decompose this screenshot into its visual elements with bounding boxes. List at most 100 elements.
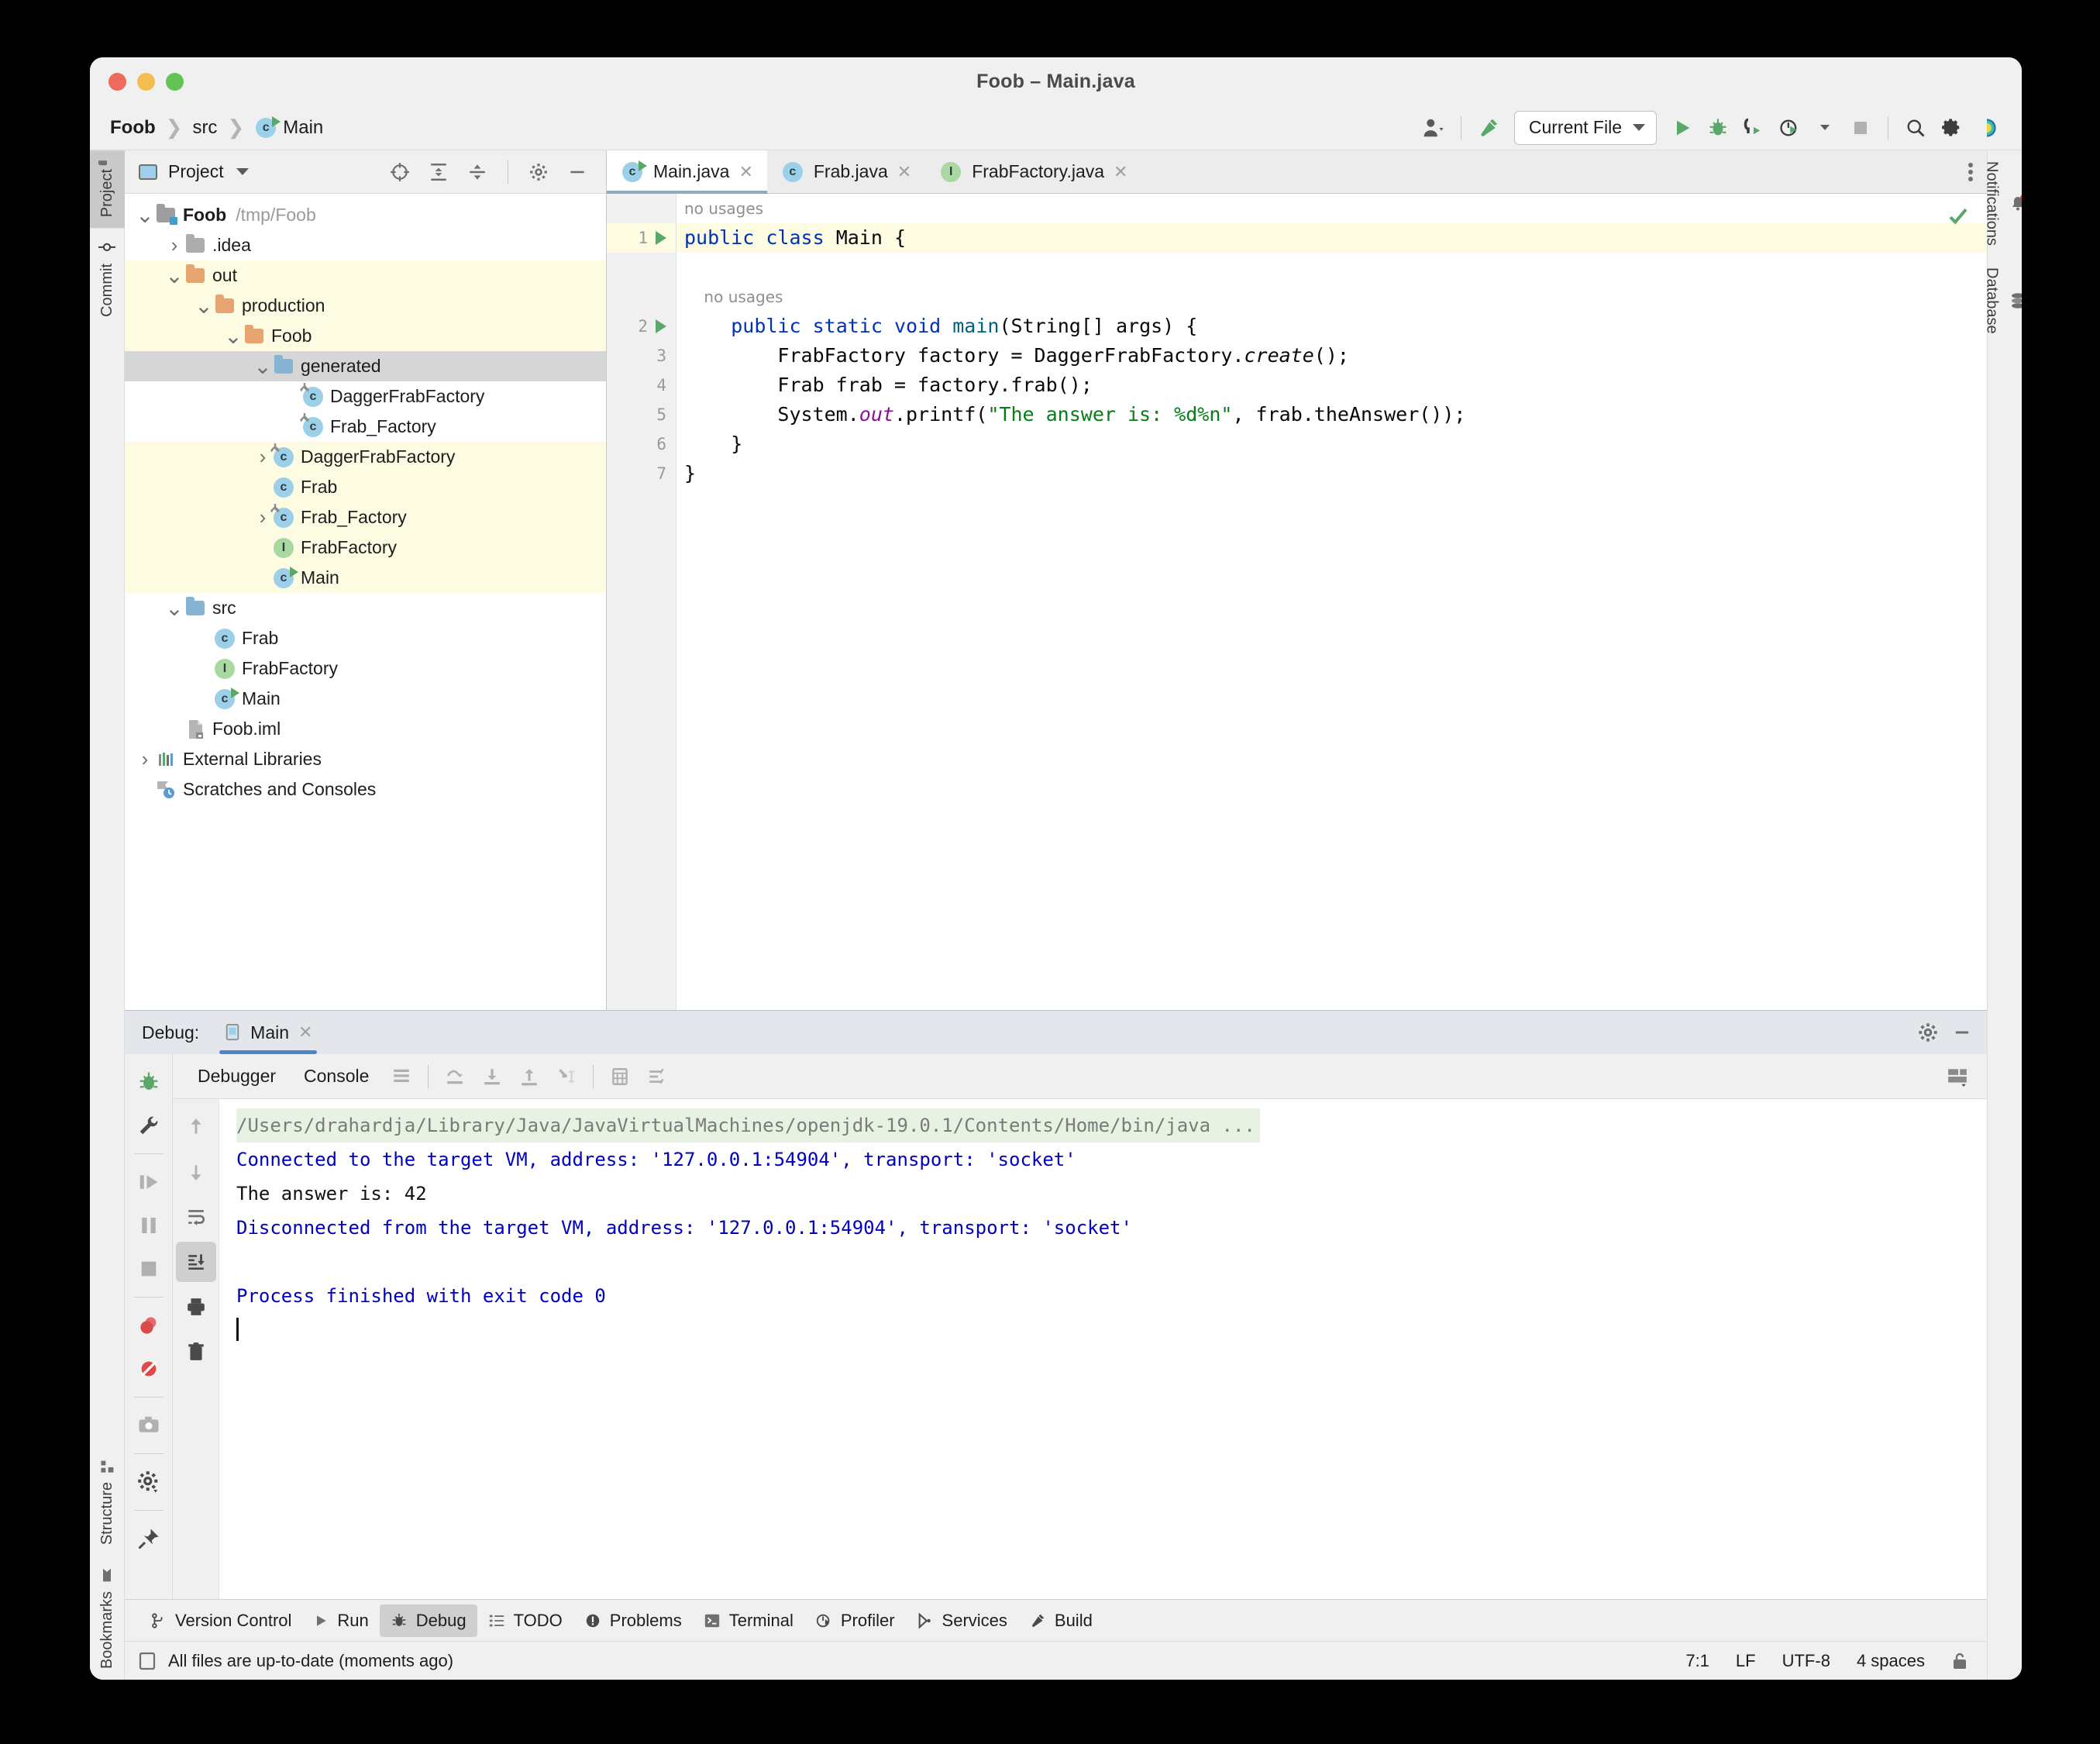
tree-node-foob-iml[interactable]: Foob.iml [125, 714, 606, 744]
tool-window-profiler[interactable]: Profiler [804, 1604, 906, 1637]
inlay-hint-no-usages[interactable]: no usages [684, 282, 1987, 312]
sidebar-item-bookmarks[interactable]: Bookmarks [98, 1556, 116, 1680]
collapse-all-icon[interactable] [460, 154, 495, 190]
gutter-line-4[interactable]: 4 [607, 371, 676, 400]
run-button[interactable] [1665, 110, 1700, 146]
account-icon[interactable] [1416, 110, 1451, 146]
editor-tab-frab-java[interactable]: c Frab.java ✕ [767, 150, 925, 193]
sidebar-item-commit[interactable]: Commit [98, 228, 116, 328]
tree-node-external-libraries[interactable]: › External Libraries [125, 744, 606, 774]
chevron-down-icon[interactable]: ⌄ [165, 264, 184, 286]
caret-position[interactable]: 7:1 [1685, 1651, 1709, 1671]
tree-node-scratches-and-consoles[interactable]: Scratches and Consoles [125, 774, 606, 805]
chevron-down-icon[interactable]: ⌄ [165, 597, 184, 619]
gutter-line-1[interactable]: 1 [607, 223, 676, 253]
tool-window-problems[interactable]: Problems [573, 1604, 693, 1637]
resume-program-icon[interactable] [129, 1162, 169, 1202]
tab-debugger[interactable]: Debugger [184, 1066, 290, 1087]
tree-node--idea[interactable]: › .idea [125, 230, 606, 260]
tab-console[interactable]: Console [290, 1066, 383, 1087]
settings-gear-icon[interactable] [1917, 1022, 1939, 1043]
stop-button[interactable] [1843, 110, 1878, 146]
debug-button[interactable] [1700, 110, 1736, 146]
tool-window-run[interactable]: Run [302, 1604, 379, 1637]
run-configuration-selector[interactable]: Current File [1513, 110, 1657, 145]
settings-gear-icon[interactable] [521, 154, 556, 190]
tree-node-daggerfrabfactory[interactable]: c DaggerFrabFactory [125, 381, 606, 412]
ai-assistant-icon[interactable] [1969, 110, 2005, 146]
close-icon[interactable]: ✕ [1114, 162, 1127, 182]
breadcrumb-src[interactable]: src [192, 117, 217, 139]
hide-panel-icon[interactable] [559, 154, 595, 190]
tree-node-frabfactory[interactable]: I FrabFactory [125, 533, 606, 563]
tree-node-generated[interactable]: ⌄ generated [125, 351, 606, 381]
project-view-chevron-down-icon[interactable] [236, 168, 249, 175]
editor-tabs-kebab-icon[interactable] [1954, 150, 1987, 193]
gutter-line-7[interactable]: 7 [607, 459, 676, 488]
step-over-icon[interactable] [436, 1060, 473, 1094]
step-out-icon[interactable] [511, 1060, 548, 1094]
scroll-down-icon[interactable] [176, 1152, 216, 1192]
editor-code[interactable]: no usages public class Main { no usages p… [676, 194, 1987, 1010]
view-breakpoints-icon[interactable] [129, 1305, 169, 1346]
tree-node-frab-factory[interactable]: › c Frab_Factory [125, 502, 606, 533]
editor-tab-frabfactory-java[interactable]: I FrabFactory.java ✕ [925, 150, 1141, 193]
pause-program-icon[interactable] [129, 1205, 169, 1246]
gutter-line-2[interactable]: 2 [607, 312, 676, 341]
chevron-down-icon[interactable]: ⌄ [224, 325, 243, 346]
unlocked-icon[interactable] [1951, 1652, 1968, 1670]
soft-wrap-icon[interactable] [176, 1197, 216, 1237]
editor-gutter[interactable]: 1234567 [607, 194, 676, 1010]
tree-node-production[interactable]: ⌄ production [125, 291, 606, 321]
tree-node-main[interactable]: c Main [125, 684, 606, 714]
run-to-cursor-icon[interactable] [548, 1060, 585, 1094]
gutter-line-3[interactable]: 3 [607, 341, 676, 371]
tool-window-services[interactable]: Services [906, 1604, 1018, 1637]
chevron-right-icon[interactable]: › [165, 233, 184, 257]
clear-all-icon[interactable] [176, 1332, 216, 1372]
settings-gear-icon[interactable] [129, 1462, 169, 1502]
search-icon[interactable] [1898, 110, 1933, 146]
tool-window-debug[interactable]: Debug [379, 1604, 477, 1637]
project-tree[interactable]: ⌄ Foob/tmp/Foob › .idea ⌄ out ⌄ production ⌄ Foob… [125, 194, 606, 1010]
pin-icon[interactable] [129, 1518, 169, 1559]
tool-window-todo[interactable]: TODO [477, 1604, 573, 1637]
line-separator[interactable]: LF [1736, 1651, 1756, 1671]
scroll-to-end-icon[interactable] [175, 1242, 216, 1282]
breadcrumb-main[interactable]: c Main [254, 115, 323, 139]
profiler-button[interactable] [1771, 110, 1807, 146]
sidebar-item-notifications[interactable]: Notifications [1983, 150, 2022, 257]
breadcrumb-project[interactable]: Foob [110, 117, 156, 139]
settings-lines-icon[interactable] [639, 1060, 676, 1094]
settings-gear-icon[interactable] [1933, 110, 1969, 146]
expand-all-icon[interactable] [421, 154, 456, 190]
close-icon[interactable]: ✕ [738, 162, 752, 182]
stop-program-icon[interactable] [129, 1249, 169, 1289]
tree-node-foob[interactable]: ⌄ Foob [125, 321, 606, 351]
chevron-down-icon[interactable]: ⌄ [136, 204, 154, 226]
ok-checkmark-icon[interactable] [1947, 205, 1970, 228]
editor-tab-main-java[interactable]: c Main.java ✕ [607, 150, 767, 194]
scroll-up-icon[interactable] [176, 1107, 216, 1147]
mute-breakpoints-icon[interactable] [129, 1349, 169, 1389]
console-layout-icon[interactable] [1939, 1060, 1976, 1094]
tool-window-terminal[interactable]: Terminal [693, 1604, 804, 1637]
tree-node-src[interactable]: ⌄ src [125, 593, 606, 623]
layout-icon[interactable] [383, 1060, 420, 1094]
tree-node-daggerfrabfactory[interactable]: › c DaggerFrabFactory [125, 442, 606, 472]
tool-window-build[interactable]: Build [1018, 1604, 1103, 1637]
print-icon[interactable] [176, 1287, 216, 1327]
run-with-coverage-button[interactable] [1736, 110, 1771, 146]
inlay-hint-no-usages[interactable]: no usages [684, 194, 1987, 223]
gutter-run-icon[interactable] [656, 231, 666, 245]
indent-setting[interactable]: 4 spaces [1857, 1651, 1925, 1671]
evaluate-expression-icon[interactable] [601, 1060, 639, 1094]
tree-node-frab[interactable]: c Frab [125, 472, 606, 502]
file-encoding[interactable]: UTF-8 [1782, 1651, 1830, 1671]
chevron-right-icon[interactable]: › [253, 445, 272, 469]
tool-window-version-control[interactable]: Version Control [139, 1604, 302, 1637]
tree-node-frab-factory[interactable]: c Frab_Factory [125, 412, 606, 442]
sidebar-item-structure[interactable]: Structure [98, 1448, 116, 1556]
chevron-right-icon[interactable]: › [253, 505, 272, 529]
chevron-down-icon[interactable]: ⌄ [253, 355, 272, 377]
